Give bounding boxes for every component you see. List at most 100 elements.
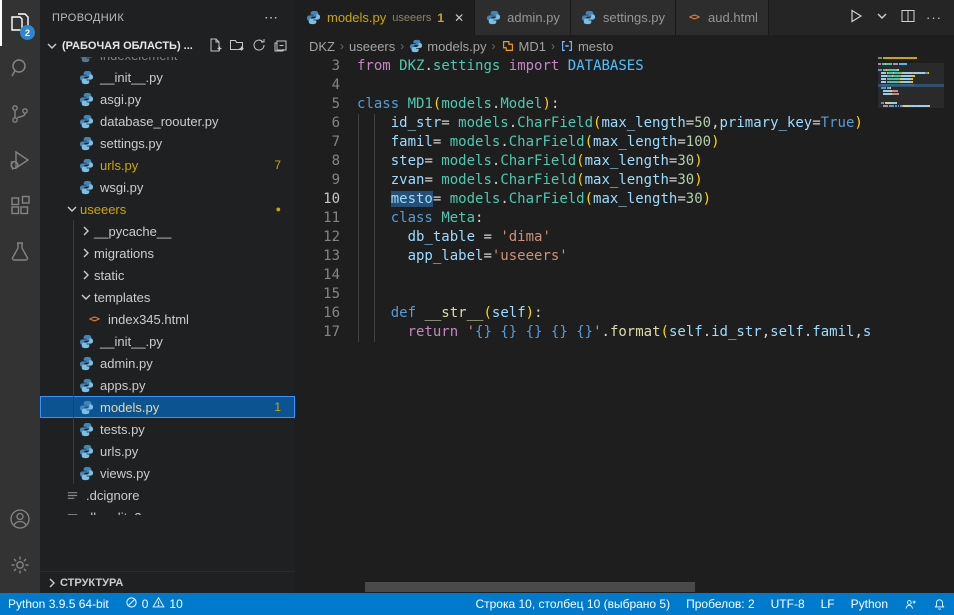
tree-item-models-py[interactable]: models.py1 <box>40 396 295 418</box>
code-line-14[interactable]: 14 <box>295 266 954 285</box>
editor-code-area[interactable]: 3from DKZ.settings import DATABASES45cla… <box>295 57 954 593</box>
code-line-13[interactable]: 13 app_label='useeers' <box>295 247 954 266</box>
code-line-9[interactable]: 9 zvan= models.CharField(max_length=30) <box>295 171 954 190</box>
tree-item-migrations[interactable]: migrations <box>40 242 295 264</box>
line-number[interactable]: 6 <box>295 114 357 133</box>
breadcrumb-item-models-py[interactable]: models.py <box>409 39 486 54</box>
code-line-6[interactable]: 6 id_str= models.CharField(max_length=50… <box>295 114 954 133</box>
tree-item-pycache[interactable]: __pycache__ <box>40 220 295 242</box>
tree-item-tests-py[interactable]: tests.py <box>40 418 295 440</box>
more-actions-icon[interactable]: ⋯ <box>260 9 283 26</box>
run-button[interactable] <box>848 8 864 27</box>
breadcrumb-item-useeers[interactable]: useeers <box>349 39 395 54</box>
html-file-icon: <> <box>686 10 702 26</box>
new-folder-icon[interactable] <box>229 37 245 56</box>
code-line-8[interactable]: 8 step= models.CharField(max_length=30) <box>295 152 954 171</box>
tree-item-label: urls.py <box>100 158 138 173</box>
run-dropdown-chevron-icon[interactable] <box>874 8 890 27</box>
horizontal-scrollbar[interactable] <box>365 582 695 592</box>
activity-item-search[interactable] <box>0 46 40 92</box>
tree-item-index345-html[interactable]: <>index345.html <box>40 308 295 330</box>
activity-item-run-and-debug[interactable] <box>0 138 40 184</box>
breadcrumb-item-md1[interactable]: MD1 <box>501 39 546 54</box>
tree-item-static[interactable]: static <box>40 264 295 286</box>
minimap[interactable] <box>878 57 944 407</box>
tree-item-asgi-py[interactable]: asgi.py <box>40 88 295 110</box>
breadcrumb-item-mesto[interactable]: mesto <box>560 39 613 54</box>
close-icon[interactable]: ✕ <box>454 11 464 25</box>
line-number[interactable]: 4 <box>295 76 357 95</box>
line-number[interactable]: 3 <box>295 57 357 76</box>
tab-models-py[interactable]: models.pyuseeers1✕ <box>295 0 475 35</box>
tree-item-admin-py[interactable]: admin.py <box>40 352 295 374</box>
activity-item-testing[interactable] <box>0 230 40 276</box>
tab-admin-py[interactable]: admin.py <box>475 0 571 35</box>
tree-item-useeers[interactable]: useeers● <box>40 198 295 220</box>
eol-status[interactable]: LF <box>813 593 843 615</box>
feedback-icon[interactable] <box>896 593 925 615</box>
tree-item-init-py[interactable]: __init__.py <box>40 66 295 88</box>
line-number[interactable]: 9 <box>295 171 357 190</box>
activity-item-source-control[interactable] <box>0 92 40 138</box>
line-number[interactable]: 11 <box>295 209 357 228</box>
new-file-icon[interactable] <box>207 37 223 56</box>
problems-status[interactable]: 0 10 <box>117 593 191 615</box>
activity-item-settings[interactable] <box>0 543 40 589</box>
encoding-status[interactable]: UTF-8 <box>763 593 813 615</box>
code-line-7[interactable]: 7 famil= models.CharField(max_length=100… <box>295 133 954 152</box>
indentation-status[interactable]: Пробелов: 2 <box>678 593 763 615</box>
python-file-icon <box>78 69 94 85</box>
tree-item-templates[interactable]: templates <box>40 286 295 308</box>
activity-item-accounts[interactable] <box>0 497 40 543</box>
minimap-slider[interactable] <box>878 63 944 108</box>
line-number[interactable]: 10 <box>295 190 357 209</box>
tree-item-apps-py[interactable]: apps.py <box>40 374 295 396</box>
code-line-10[interactable]: 10 mesto= models.CharField(max_length=30… <box>295 190 954 209</box>
tab-settings-py[interactable]: settings.py <box>571 0 676 35</box>
line-number[interactable]: 16 <box>295 304 357 323</box>
notifications-bell-icon[interactable] <box>925 593 954 615</box>
code-line-11[interactable]: 11 class Meta: <box>295 209 954 228</box>
tree-item-indexelement[interactable]: indexelement <box>40 57 295 66</box>
line-number[interactable]: 14 <box>295 266 357 285</box>
line-number[interactable]: 7 <box>295 133 357 152</box>
language-mode-status[interactable]: Python <box>843 593 896 615</box>
line-number[interactable]: 8 <box>295 152 357 171</box>
tree-item-label: views.py <box>100 466 150 481</box>
cursor-position-status[interactable]: Строка 10, столбец 10 (выбрано 5) <box>467 593 678 615</box>
extensions-icon <box>8 194 32 221</box>
line-number[interactable]: 5 <box>295 95 357 114</box>
code-line-16[interactable]: 16 def __str__(self): <box>295 304 954 323</box>
code-line-12[interactable]: 12 db_table = 'dima' <box>295 228 954 247</box>
activity-item-explorer[interactable]: 2 <box>0 0 40 46</box>
tree-item-urls-py[interactable]: urls.py7 <box>40 154 295 176</box>
tab-bar: models.pyuseeers1✕admin.pysettings.py<>a… <box>295 0 954 35</box>
line-number[interactable]: 13 <box>295 247 357 266</box>
tree-item-db-sqlite3[interactable]: db.sqlite3 <box>40 506 295 515</box>
activity-item-extensions[interactable] <box>0 184 40 230</box>
outline-section-header[interactable]: СТРУКТУРА <box>40 571 295 593</box>
line-number[interactable]: 17 <box>295 323 357 342</box>
breadcrumb-item-dkz[interactable]: DKZ <box>309 39 335 54</box>
refresh-icon[interactable] <box>251 37 267 56</box>
code-line-3[interactable]: 3from DKZ.settings import DATABASES <box>295 57 954 76</box>
tree-item-views-py[interactable]: views.py <box>40 462 295 484</box>
code-line-15[interactable]: 15 <box>295 285 954 304</box>
code-line-4[interactable]: 4 <box>295 76 954 95</box>
split-editor-icon[interactable] <box>900 8 916 27</box>
more-actions-icon[interactable]: ··· <box>926 10 942 25</box>
line-number[interactable]: 15 <box>295 285 357 304</box>
python-interpreter-status[interactable]: Python 3.9.5 64-bit <box>0 593 117 615</box>
tree-item-urls-py[interactable]: urls.py <box>40 440 295 462</box>
tab-aud-html[interactable]: <>aud.html <box>676 0 769 35</box>
code-line-5[interactable]: 5class MD1(models.Model): <box>295 95 954 114</box>
tree-item-init-py[interactable]: __init__.py <box>40 330 295 352</box>
tree-item-dcignore[interactable]: .dcignore <box>40 484 295 506</box>
workspace-section-header[interactable]: (РАБОЧАЯ ОБЛАСТЬ) ... <box>40 35 295 57</box>
collapse-all-icon[interactable] <box>273 37 289 56</box>
tree-item-database-roouter-py[interactable]: database_roouter.py <box>40 110 295 132</box>
line-number[interactable]: 12 <box>295 228 357 247</box>
tree-item-settings-py[interactable]: settings.py <box>40 132 295 154</box>
code-line-17[interactable]: 17 return '{} {} {} {} {}'.format(self.i… <box>295 323 954 342</box>
tree-item-wsgi-py[interactable]: wsgi.py <box>40 176 295 198</box>
